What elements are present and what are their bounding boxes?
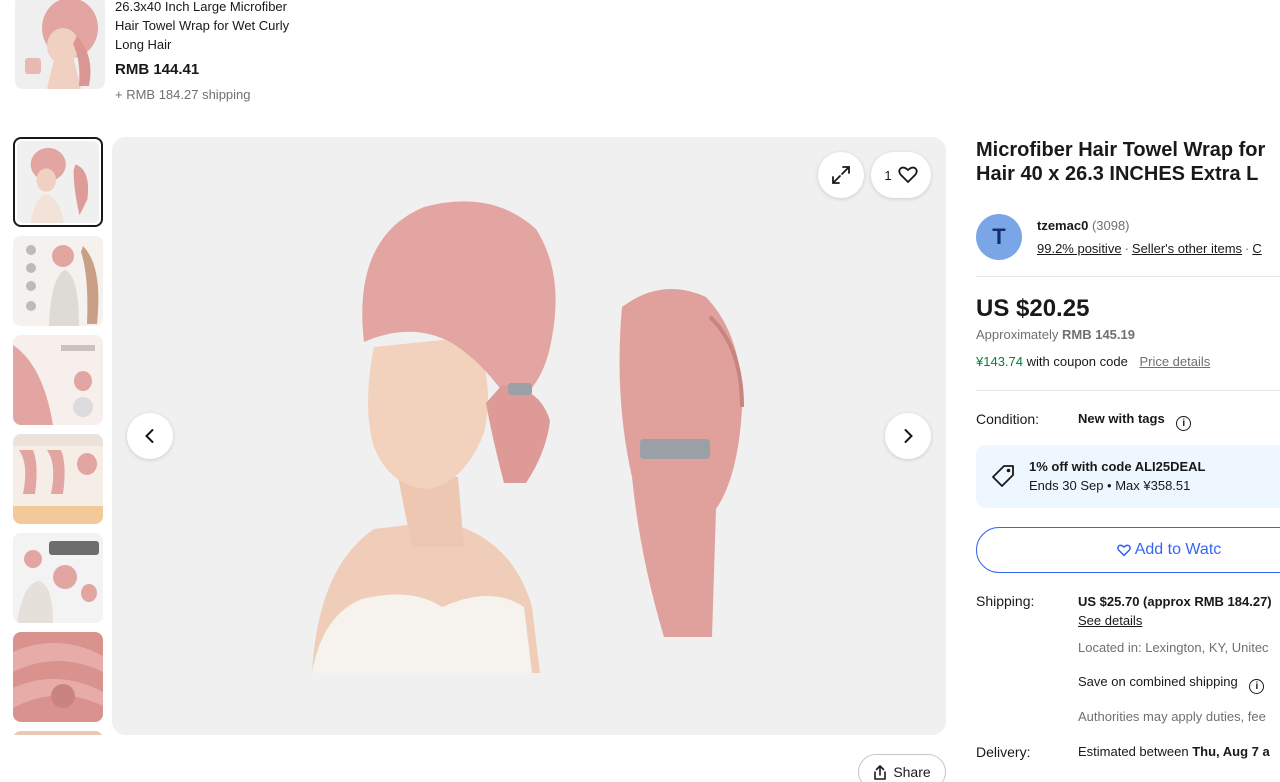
listing-title-line-1: Microfiber Hair Towel Wrap for: [976, 139, 1266, 161]
towel-thumbnail-image: [13, 236, 103, 326]
chevron-left-icon: [145, 429, 154, 443]
seller-avatar-letter: T: [992, 224, 1006, 249]
towel-product-image: [15, 0, 105, 89]
sticky-product-price: RMB 144.41: [115, 61, 200, 78]
chevron-right-icon: [904, 429, 913, 443]
promo-details: Ends 30 Sep • Max ¥358.51: [1029, 478, 1191, 493]
gallery-thumbnail-7[interactable]: [13, 731, 103, 735]
seller-links: 99.2% positive · Seller's other items · C: [1037, 241, 1262, 256]
divider: [976, 390, 1280, 391]
info-icon[interactable]: i: [1176, 416, 1192, 431]
gallery-thumbnail-2[interactable]: [13, 236, 103, 326]
seller-avatar[interactable]: T: [976, 214, 1022, 260]
shipping-label: Shipping:: [976, 593, 1035, 609]
separator-dot: ·: [1124, 241, 1129, 256]
next-image-button[interactable]: [885, 413, 931, 459]
gallery-thumbnail-1[interactable]: [13, 137, 103, 227]
delivery-estimate: Estimated between Thu, Aug 7 a: [1078, 744, 1270, 759]
condition-label: Condition:: [976, 411, 1040, 427]
add-to-watchlist-heart-button[interactable]: 1: [871, 152, 931, 198]
towel-thumbnail-image: [13, 434, 103, 524]
approximate-price: Approximately RMB 145.19: [976, 327, 1135, 342]
separator-dot: ·: [1245, 241, 1250, 256]
expand-icon: [832, 166, 850, 184]
add-to-watchlist-button[interactable]: Add to Watc: [976, 527, 1280, 573]
share-icon: [874, 764, 887, 780]
condition-text: New with tags: [1078, 411, 1165, 426]
item-location: Located in: Lexington, KY, Unitec: [1078, 640, 1269, 655]
item-price: US $20.25: [976, 295, 1090, 322]
approx-label: Approximately: [976, 327, 1059, 342]
towel-thumbnail-image: [13, 533, 103, 623]
shipping-cost-text: US $25.70 (approx RMB 184.27): [1078, 594, 1272, 609]
seller-other-items-link[interactable]: Seller's other items: [1132, 241, 1242, 256]
heart-icon: [1116, 544, 1131, 556]
thumbnail-gallery: [13, 137, 105, 735]
watch-count: 1: [884, 167, 892, 183]
towel-thumbnail-image: [17, 141, 99, 223]
listing-title-line-2: Hair 40 x 26.3 INCHES Extra L: [976, 163, 1259, 185]
sticky-product-shipping: + RMB 184.27 shipping: [115, 87, 251, 102]
seller-positive-feedback-link[interactable]: 99.2% positive: [1037, 241, 1122, 256]
gallery-thumbnail-5[interactable]: [13, 533, 103, 623]
divider: [976, 276, 1280, 277]
shipping-see-details-link[interactable]: See details: [1078, 613, 1142, 628]
gallery-thumbnail-6[interactable]: [13, 632, 103, 722]
towel-thumbnail-image: [13, 632, 103, 722]
sticky-product-thumbnail[interactable]: [15, 0, 105, 89]
coupon-price-line: ¥143.74 with coupon code Price details: [976, 354, 1210, 369]
approx-value: RMB 145.19: [1062, 327, 1135, 342]
towel-thumbnail-image: [13, 731, 103, 735]
duties-notice: Authorities may apply duties, fee: [1078, 709, 1266, 724]
share-button[interactable]: Share: [858, 754, 946, 782]
combined-shipping: Save on combined shipping i: [1078, 674, 1265, 694]
seller-name-link[interactable]: tzemac0: [1037, 218, 1088, 233]
towel-thumbnail-image: [13, 335, 103, 425]
coupon-tag-icon: [992, 465, 1014, 487]
shipping-cost: US $25.70 (approx RMB 184.27): [1078, 594, 1272, 609]
gallery-thumbnail-4[interactable]: [13, 434, 103, 524]
coupon-promo-banner[interactable]: 1% off with code ALI25DEAL Ends 30 Sep •…: [976, 445, 1280, 508]
heart-icon: [897, 166, 918, 184]
share-label: Share: [893, 764, 931, 780]
seller-feedback-count: (3098): [1091, 218, 1130, 233]
add-to-watchlist-label: Add to Watc: [1134, 541, 1222, 558]
delivery-estimate-date: Thu, Aug 7 a: [1192, 744, 1270, 759]
previous-image-button[interactable]: [127, 413, 173, 459]
sticky-product-title[interactable]: 26.3x40 Inch Large Microfiber Hair Towel…: [115, 0, 305, 54]
expand-image-button[interactable]: [818, 152, 864, 198]
price-details-link[interactable]: Price details: [1139, 354, 1210, 369]
coupon-text: with coupon code: [1026, 354, 1128, 369]
seller-info: tzemac0 (3098): [1037, 218, 1130, 233]
listing-title: Microfiber Hair Towel Wrap for Hair 40 x…: [976, 138, 1280, 186]
delivery-label: Delivery:: [976, 744, 1031, 760]
towel-wrap-photo: [112, 137, 946, 735]
combined-shipping-text: Save on combined shipping: [1078, 674, 1238, 689]
coupon-price: ¥143.74: [976, 354, 1023, 369]
contact-seller-link[interactable]: C: [1252, 241, 1261, 256]
info-icon[interactable]: i: [1249, 679, 1265, 694]
promo-title: 1% off with code ALI25DEAL: [1029, 459, 1206, 474]
delivery-estimate-prefix: Estimated between: [1078, 744, 1189, 759]
gallery-thumbnail-3[interactable]: [13, 335, 103, 425]
main-product-image[interactable]: 1: [112, 137, 946, 735]
condition-value: New with tags i: [1078, 411, 1192, 431]
